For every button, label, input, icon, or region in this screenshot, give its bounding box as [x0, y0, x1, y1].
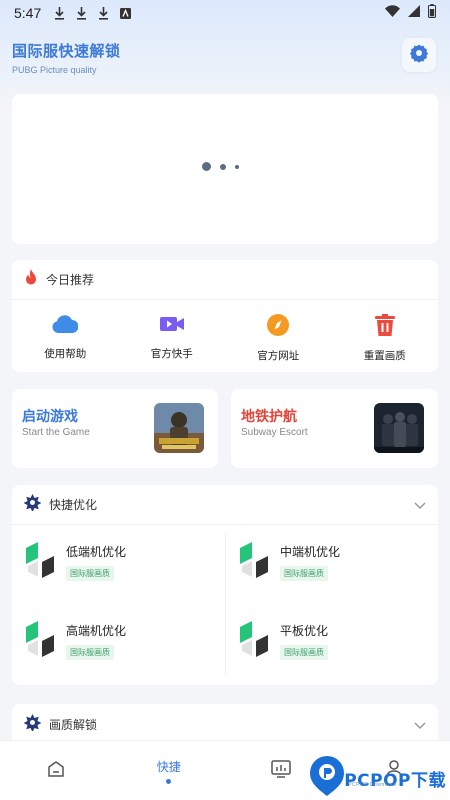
video-camera-icon: [159, 314, 185, 338]
optimize-item-tag: 国际服画质: [66, 645, 114, 660]
subway-escort-card[interactable]: 地铁护航 Subway Escort: [231, 389, 438, 468]
snowflake-icon: [23, 494, 42, 515]
optimize-item-tag: 国际服画质: [280, 566, 328, 581]
chevron-down-icon[interactable]: [414, 715, 426, 734]
optimize-logo-icon: [24, 542, 56, 582]
app-notification-icon: [119, 6, 131, 20]
recommend-header: 今日推荐: [12, 260, 438, 300]
start-game-title: 启动游戏: [22, 409, 78, 425]
monitor-icon: [271, 759, 291, 782]
low-end-optimize-item[interactable]: 低端机优化 国际服画质: [24, 532, 224, 592]
wifi-icon: [385, 5, 400, 21]
app-title: 国际服快速解锁: [12, 42, 121, 60]
official-site-button[interactable]: 官方网址: [225, 314, 332, 363]
quality-unlock-title: 画质解锁: [49, 717, 98, 732]
site-label: 官方网址: [257, 350, 300, 362]
optimize-item-label: 中端机优化: [280, 545, 341, 559]
high-end-optimize-item[interactable]: 高端机优化 国际服画质: [24, 611, 224, 671]
status-time: 5:47: [14, 5, 42, 21]
active-indicator: [166, 778, 172, 784]
mid-end-optimize-item[interactable]: 中端机优化 国际服画质: [238, 532, 438, 592]
recommend-card: 今日推荐 使用帮助 官方快手 官方网址 重置画质: [12, 260, 438, 372]
optimize-logo-icon: [238, 621, 270, 661]
app-header: 国际服快速解锁 PUBG Picture quality: [12, 40, 121, 75]
app-subtitle: PUBG Picture quality: [12, 65, 97, 75]
subway-escort-title: 地铁护航: [241, 409, 297, 425]
battery-icon: [428, 4, 436, 22]
tab-home[interactable]: [0, 741, 113, 800]
divider: [225, 534, 226, 674]
pcpop-watermark: PCPOP下载 PCPOP Download: [310, 756, 446, 800]
quick-optimize-title: 快捷优化: [49, 498, 98, 512]
loading-dot: [235, 164, 239, 169]
optimize-logo-icon: [238, 542, 270, 582]
subway-escort-thumbnail: [374, 403, 424, 453]
chevron-down-icon[interactable]: [414, 495, 426, 514]
optimize-logo-icon: [24, 621, 56, 661]
official-kuaishou-button[interactable]: 官方快手: [119, 314, 226, 363]
start-game-card[interactable]: 启动游戏 Start the Game: [12, 389, 218, 468]
optimize-item-label: 平板优化: [280, 624, 329, 638]
optimize-item-label: 低端机优化: [66, 545, 127, 559]
download-icon: [75, 6, 87, 20]
subway-escort-subtitle: Subway Escort: [241, 427, 308, 438]
settings-button[interactable]: [402, 38, 436, 72]
loading-dot: [202, 162, 211, 171]
signal-icon: [408, 5, 420, 21]
optimize-item-label: 高端机优化: [66, 624, 127, 638]
optimize-item-tag: 国际服画质: [66, 566, 114, 581]
reset-label: 重置画质: [363, 350, 406, 362]
compass-icon: [266, 314, 290, 340]
download-icon: [53, 6, 65, 20]
trash-icon: [374, 314, 396, 340]
quality-unlock-header[interactable]: 画质解锁: [12, 704, 438, 744]
help-label: 使用帮助: [44, 348, 87, 360]
status-bar: 5:47: [0, 0, 450, 26]
quick-optimize-card: 快捷优化 低端机优化 国际服画质 中端机优化 国际服画质 高端机优化 国际服画质…: [12, 485, 438, 685]
loading-dot: [220, 163, 226, 170]
tablet-optimize-item[interactable]: 平板优化 国际服画质: [238, 611, 438, 671]
tab-quick-label: 快捷: [156, 759, 181, 774]
optimize-item-tag: 国际服画质: [280, 645, 328, 660]
gear-icon: [409, 43, 429, 67]
kuaishou-label: 官方快手: [150, 348, 193, 360]
home-icon: [47, 760, 65, 782]
pcpop-logo-icon: [310, 756, 345, 800]
recommend-title: 今日推荐: [46, 273, 95, 287]
help-button[interactable]: 使用帮助: [12, 314, 119, 363]
download-icon: [97, 6, 109, 20]
cloud-icon: [52, 314, 79, 338]
banner-carousel[interactable]: [12, 94, 438, 244]
start-game-subtitle: Start the Game: [22, 427, 90, 438]
watermark-subtext: PCPOP Download: [348, 782, 397, 788]
quality-unlock-card: 画质解锁: [12, 704, 438, 744]
snowflake-icon: [23, 713, 42, 735]
reset-quality-button[interactable]: 重置画质: [332, 314, 439, 363]
pubg-game-thumbnail: [154, 403, 204, 453]
quick-optimize-header[interactable]: 快捷优化: [12, 485, 438, 525]
tab-quick[interactable]: 快捷: [113, 741, 226, 800]
fire-icon: [24, 269, 38, 290]
loading-indicator: [202, 162, 239, 171]
